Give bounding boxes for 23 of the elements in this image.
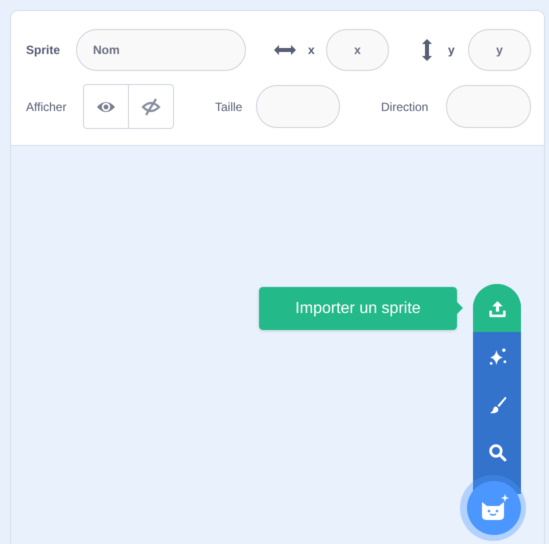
y-label: y	[448, 43, 456, 57]
y-field[interactable]: y	[468, 29, 531, 71]
horizontal-arrows-icon	[273, 44, 297, 56]
eye-icon	[96, 100, 116, 114]
hide-button[interactable]	[128, 85, 173, 128]
vertical-arrows-icon	[421, 38, 433, 62]
upload-tooltip: Importer un sprite	[259, 287, 463, 330]
size-label: Taille	[215, 100, 244, 114]
sprite-label: Sprite	[26, 43, 62, 57]
paintbrush-icon	[488, 394, 506, 414]
show-label: Afficher	[26, 100, 68, 114]
eye-slash-icon	[141, 98, 161, 116]
upload-icon	[488, 298, 506, 318]
x-field[interactable]: x	[326, 29, 389, 71]
direction-field[interactable]	[446, 85, 531, 128]
name-field[interactable]: Nom	[76, 29, 246, 71]
search-icon	[488, 442, 506, 462]
upload-button[interactable]	[473, 284, 521, 332]
sparkle-icon	[488, 346, 506, 366]
cat-face-icon	[479, 494, 509, 522]
direction-label: Direction	[381, 100, 430, 114]
x-label: x	[308, 43, 316, 57]
size-field[interactable]	[256, 85, 340, 128]
